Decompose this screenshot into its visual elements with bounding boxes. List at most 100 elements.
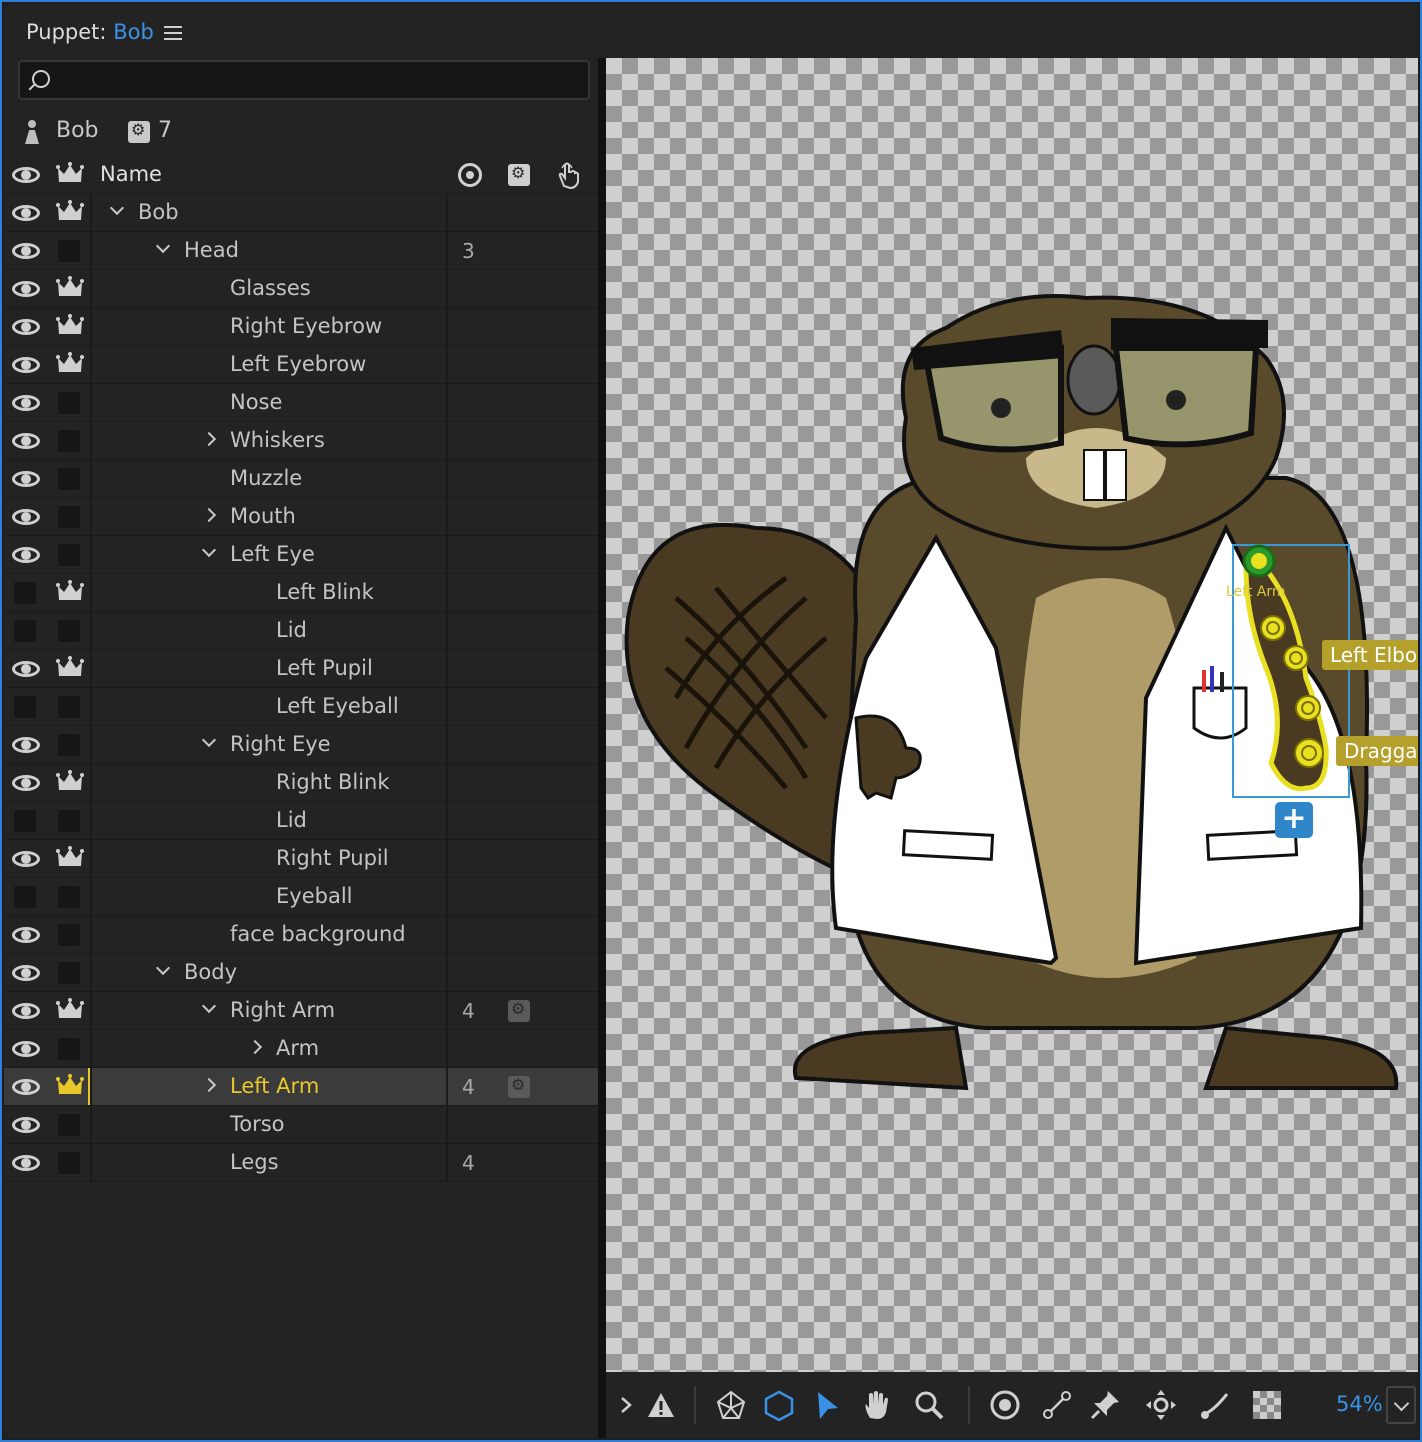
layer-row[interactable]: Lid <box>4 802 598 840</box>
layer-row[interactable]: Left Eye <box>4 536 598 574</box>
chevron-down-icon[interactable] <box>155 238 171 254</box>
chevron-down-icon[interactable] <box>155 960 171 976</box>
trigger-cell[interactable] <box>538 688 598 725</box>
visibility-toggle[interactable] <box>4 1144 48 1181</box>
trigger-cell[interactable] <box>538 878 598 915</box>
header-handles[interactable] <box>446 156 494 193</box>
behavior-cell[interactable] <box>494 1144 538 1181</box>
layer-row[interactable]: Whiskers <box>4 422 598 460</box>
layer-name-cell[interactable]: Left Eyebrow <box>90 346 446 383</box>
layer-row[interactable]: Legs 4 <box>4 1144 598 1182</box>
behavior-cell[interactable] <box>494 346 538 383</box>
trigger-cell[interactable] <box>538 194 598 231</box>
trigger-cell[interactable] <box>538 1030 598 1067</box>
search-input[interactable] <box>60 66 580 94</box>
layer-name-cell[interactable]: Body <box>90 954 446 991</box>
behavior-cell[interactable] <box>494 498 538 535</box>
layer-name-cell[interactable]: Left Pupil <box>90 650 446 687</box>
independence-toggle[interactable] <box>48 384 90 421</box>
checker-icon[interactable] <box>1250 1388 1284 1422</box>
visibility-toggle[interactable] <box>4 954 48 991</box>
layer-name-cell[interactable]: Mouth <box>90 498 446 535</box>
layer-row[interactable]: Glasses <box>4 270 598 308</box>
trigger-cell[interactable] <box>538 1144 598 1181</box>
header-visibility[interactable] <box>4 156 48 193</box>
trigger-cell[interactable] <box>538 460 598 497</box>
layer-name-cell[interactable]: Bob <box>90 194 446 231</box>
header-name-col[interactable]: Name <box>90 156 446 193</box>
chevron-down-icon[interactable] <box>201 998 217 1014</box>
trigger-cell[interactable] <box>538 916 598 953</box>
trigger-cell[interactable] <box>538 536 598 573</box>
layer-name-cell[interactable]: Left Arm <box>90 1068 446 1105</box>
layer-name-cell[interactable]: Nose <box>90 384 446 421</box>
independence-toggle[interactable] <box>48 422 90 459</box>
independence-toggle[interactable] <box>48 308 90 345</box>
trigger-cell[interactable] <box>538 650 598 687</box>
layer-name-cell[interactable]: Arm <box>90 1030 446 1067</box>
visibility-toggle[interactable] <box>4 1068 48 1105</box>
expand-icon[interactable] <box>610 1388 644 1422</box>
chevron-down-icon[interactable] <box>201 732 217 748</box>
layer-row[interactable]: Left Arm 4 <box>4 1068 598 1106</box>
shape-icon[interactable] <box>762 1388 796 1422</box>
mesh-icon[interactable] <box>714 1388 748 1422</box>
layer-row[interactable]: Left Blink <box>4 574 598 612</box>
behavior-cell[interactable] <box>494 232 538 269</box>
visibility-toggle[interactable] <box>4 232 48 269</box>
visibility-toggle[interactable] <box>4 992 48 1029</box>
independence-toggle[interactable] <box>48 460 90 497</box>
visibility-toggle[interactable] <box>4 308 48 345</box>
layer-row[interactable]: Head 3 <box>4 232 598 270</box>
behavior-cell[interactable] <box>494 270 538 307</box>
add-handle-button[interactable]: + <box>1275 802 1313 838</box>
independence-toggle[interactable] <box>48 1106 90 1143</box>
layer-name-cell[interactable]: Right Arm <box>90 992 446 1029</box>
layer-name-cell[interactable]: Glasses <box>90 270 446 307</box>
layer-row[interactable]: Right Eye <box>4 726 598 764</box>
visibility-toggle[interactable] <box>4 574 48 611</box>
chevron-right-icon[interactable] <box>201 1077 217 1093</box>
independence-toggle[interactable] <box>48 1144 90 1181</box>
layer-name-cell[interactable]: Lid <box>90 612 446 649</box>
behavior-cell[interactable] <box>494 308 538 345</box>
behavior-cell[interactable] <box>494 612 538 649</box>
layer-row[interactable]: Left Eyebrow <box>4 346 598 384</box>
layer-name-cell[interactable]: Left Eyeball <box>90 688 446 725</box>
behavior-cell[interactable] <box>494 840 538 877</box>
behavior-cell[interactable] <box>494 422 538 459</box>
origin-icon[interactable] <box>988 1388 1022 1422</box>
independence-toggle[interactable] <box>48 346 90 383</box>
zoom-dropdown[interactable] <box>1386 1386 1416 1424</box>
independence-toggle[interactable] <box>48 1030 90 1067</box>
trigger-cell[interactable] <box>538 726 598 763</box>
layer-row[interactable]: Muzzle <box>4 460 598 498</box>
visibility-toggle[interactable] <box>4 194 48 231</box>
header-independence[interactable] <box>48 156 90 193</box>
behavior-cell[interactable] <box>494 802 538 839</box>
independence-toggle[interactable] <box>48 270 90 307</box>
layer-row[interactable]: Right Pupil <box>4 840 598 878</box>
path-icon[interactable] <box>1198 1388 1232 1422</box>
visibility-toggle[interactable] <box>4 878 48 915</box>
layer-name-cell[interactable]: Torso <box>90 1106 446 1143</box>
trigger-cell[interactable] <box>538 992 598 1029</box>
trigger-cell[interactable] <box>538 270 598 307</box>
independence-toggle[interactable] <box>48 498 90 535</box>
layer-name-cell[interactable]: Right Eyebrow <box>90 308 446 345</box>
chevron-right-icon[interactable] <box>201 507 217 523</box>
zoom-icon[interactable] <box>912 1388 946 1422</box>
chevron-down-icon[interactable] <box>201 542 217 558</box>
layer-row[interactable]: Torso <box>4 1106 598 1144</box>
visibility-toggle[interactable] <box>4 536 48 573</box>
visibility-toggle[interactable] <box>4 1030 48 1067</box>
visibility-toggle[interactable] <box>4 916 48 953</box>
visibility-toggle[interactable] <box>4 764 48 801</box>
independence-toggle[interactable] <box>48 840 90 877</box>
behavior-cell[interactable] <box>494 1106 538 1143</box>
independence-toggle[interactable] <box>48 536 90 573</box>
trigger-cell[interactable] <box>538 232 598 269</box>
behavior-cell[interactable] <box>494 1068 538 1105</box>
visibility-toggle[interactable] <box>4 726 48 763</box>
trigger-cell[interactable] <box>538 498 598 535</box>
